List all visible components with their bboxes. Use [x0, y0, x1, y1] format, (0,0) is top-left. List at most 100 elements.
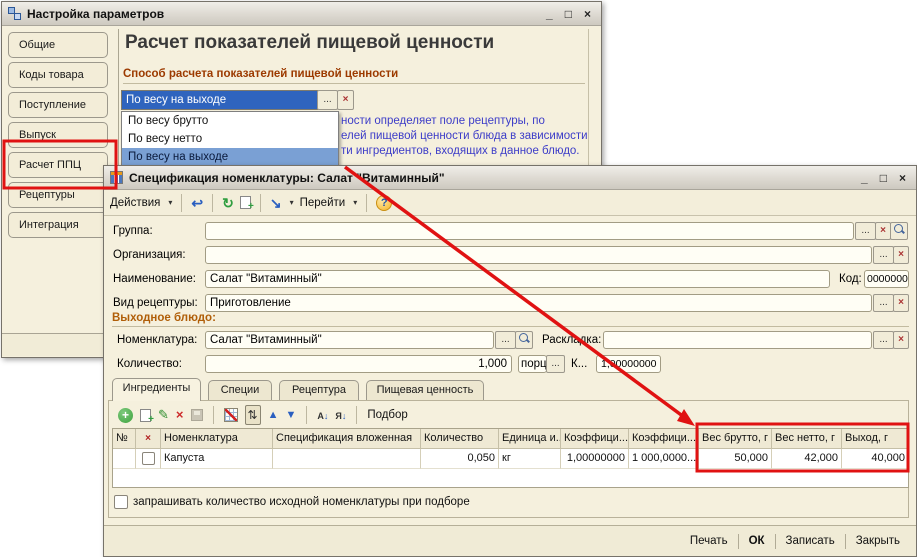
goto-menu-button[interactable]: Перейти — [300, 197, 346, 209]
recipe-type-clear-button[interactable]: × — [893, 294, 909, 312]
settings-tab-receipt[interactable]: Поступление — [8, 92, 108, 118]
tab-recipe[interactable]: Рецептура — [279, 380, 359, 400]
coefficient-label: К... — [571, 355, 587, 373]
row-quantity-cell[interactable]: 0,050 — [421, 449, 499, 469]
unit-ellipsis-button[interactable]: ... — [546, 355, 565, 373]
table-row[interactable]: 1 Капуста 0,050 кг 1,00000000 1 000,0000… — [113, 449, 908, 469]
row-net-cell[interactable]: 42,000 — [772, 449, 842, 469]
spec-window: Спецификация номенклатуры: Салат "Витами… — [103, 165, 917, 557]
combo-ellipsis-button[interactable]: ... — [317, 90, 338, 110]
coefficient-field[interactable]: 1,00000000 — [596, 355, 661, 373]
close-icon[interactable]: × — [899, 172, 906, 184]
write-button[interactable]: Записать — [776, 535, 845, 547]
settings-tab-recipes[interactable]: Рецептуры — [8, 182, 108, 208]
checkbox[interactable] — [114, 495, 128, 509]
group-find-button[interactable] — [890, 222, 908, 240]
combo-clear-button[interactable]: × — [337, 90, 354, 110]
toolbar-separator — [356, 406, 357, 424]
row-coef2-cell[interactable]: 1 000,0000... — [629, 449, 699, 469]
recipe-type-ellipsis-button[interactable]: ... — [873, 294, 894, 312]
recipe-type-field[interactable]: Приготовление — [205, 294, 872, 312]
col-flag[interactable]: × — [136, 429, 161, 448]
actions-menu-button[interactable]: Действия — [110, 197, 160, 209]
reorder-toggle-icon[interactable]: ⇅ — [245, 405, 261, 425]
goto-arrow-icon[interactable]: ↘ — [270, 195, 282, 211]
row-nomenclature-cell[interactable]: Капуста — [161, 449, 273, 469]
reread-icon[interactable]: ↩ — [191, 195, 203, 211]
maximize-icon[interactable]: □ — [880, 172, 887, 184]
tab-nutrition-value[interactable]: Пищевая ценность — [366, 380, 484, 400]
dropdown-option-gross[interactable]: По весу брутто — [122, 112, 338, 130]
dropdown-option-net[interactable]: По весу нетто — [122, 130, 338, 148]
organization-clear-button[interactable]: × — [893, 246, 909, 264]
print-button[interactable]: Печать — [680, 535, 738, 547]
row-number-cell[interactable]: 1 — [113, 449, 136, 469]
close-icon[interactable]: × — [584, 8, 591, 20]
organization-field[interactable] — [205, 246, 872, 264]
nomenclature-field[interactable]: Салат "Витаминный" — [205, 331, 494, 349]
organization-label: Организация: — [113, 246, 186, 264]
minimize-icon[interactable]: _ — [861, 172, 868, 184]
sort-desc-icon[interactable]: Я↓ — [335, 406, 346, 424]
ask-quantity-option[interactable]: запрашивать количество исходной номенкла… — [114, 495, 470, 509]
col-quantity[interactable]: Количество — [421, 429, 499, 448]
settings-tab-ppc-calc[interactable]: Расчет ППЦ — [8, 152, 108, 178]
row-unit-cell[interactable]: кг — [499, 449, 561, 469]
add-row-icon[interactable]: + — [118, 408, 133, 423]
name-field[interactable]: Салат "Витаминный" — [205, 270, 830, 288]
col-output-weight[interactable]: Выход, г — [842, 429, 908, 448]
unit-field[interactable]: порц — [518, 355, 547, 373]
code-field[interactable]: 000000001 — [864, 270, 909, 288]
tab-spices[interactable]: Специи — [208, 380, 272, 400]
copy-row-icon[interactable]: + — [140, 409, 151, 422]
nomenclature-find-button[interactable] — [515, 331, 533, 349]
group-ellipsis-button[interactable]: ... — [855, 222, 876, 240]
pick-button[interactable]: Подбор — [367, 409, 408, 421]
settings-tab-item-codes[interactable]: Коды товара — [8, 62, 108, 88]
row-coef1-cell[interactable]: 1,00000000 — [561, 449, 629, 469]
quantity-field[interactable]: 1,000 — [205, 355, 512, 373]
col-number[interactable]: № — [113, 429, 136, 448]
row-output-cell[interactable]: 40,000 — [842, 449, 908, 469]
grid-view-off-icon[interactable] — [224, 408, 238, 422]
spec-titlebar[interactable]: Спецификация номенклатуры: Салат "Витами… — [104, 166, 916, 190]
settings-tab-output[interactable]: Выпуск — [8, 122, 108, 148]
tab-ingredients[interactable]: Ингредиенты — [112, 378, 201, 401]
refresh-icon[interactable]: ↻ — [222, 195, 234, 211]
organization-ellipsis-button[interactable]: ... — [873, 246, 894, 264]
sort-asc-icon[interactable]: А↓ — [317, 406, 328, 424]
close-button[interactable]: Закрыть — [846, 535, 910, 547]
copy-new-icon[interactable]: + — [240, 196, 251, 209]
edit-row-icon[interactable]: ✎ — [158, 408, 169, 422]
help-icon[interactable]: ? — [376, 195, 392, 211]
move-down-icon[interactable]: ▼ — [285, 407, 296, 423]
col-unit[interactable]: Единица и... — [499, 429, 561, 448]
ok-button[interactable]: ОК — [739, 535, 775, 547]
minimize-icon[interactable]: _ — [546, 8, 553, 20]
col-coef2[interactable]: Коэффици... — [629, 429, 699, 448]
layout-ellipsis-button[interactable]: ... — [873, 331, 894, 349]
delete-row-icon[interactable]: × — [176, 407, 184, 423]
maximize-icon[interactable]: □ — [565, 8, 572, 20]
group-clear-button[interactable]: × — [875, 222, 891, 240]
col-coef1[interactable]: Коэффици... — [561, 429, 629, 448]
col-nomenclature[interactable]: Номенклатура — [161, 429, 273, 448]
calc-method-combobox[interactable]: По весу на выходе — [121, 90, 318, 110]
nomenclature-ellipsis-button[interactable]: ... — [495, 331, 516, 349]
dropdown-option-output[interactable]: По весу на выходе — [122, 148, 338, 166]
group-field[interactable] — [205, 222, 854, 240]
settings-tab-general[interactable]: Общие — [8, 32, 108, 58]
col-spec[interactable]: Спецификация вложенная — [273, 429, 421, 448]
section-rule — [123, 83, 585, 84]
row-spec-cell[interactable] — [273, 449, 421, 469]
layout-clear-button[interactable]: × — [893, 331, 909, 349]
row-checkbox[interactable] — [142, 452, 155, 465]
row-gross-cell[interactable]: 50,000 — [699, 449, 772, 469]
col-net-weight[interactable]: Вес нетто, г — [772, 429, 842, 448]
row-flag-cell[interactable] — [136, 449, 161, 469]
settings-tab-integration[interactable]: Интеграция — [8, 212, 108, 238]
col-gross-weight[interactable]: Вес брутто, г — [699, 429, 772, 448]
settings-titlebar[interactable]: Настройка параметров _ □ × — [2, 2, 601, 26]
move-up-icon[interactable]: ▲ — [268, 407, 279, 423]
layout-field[interactable] — [603, 331, 872, 349]
